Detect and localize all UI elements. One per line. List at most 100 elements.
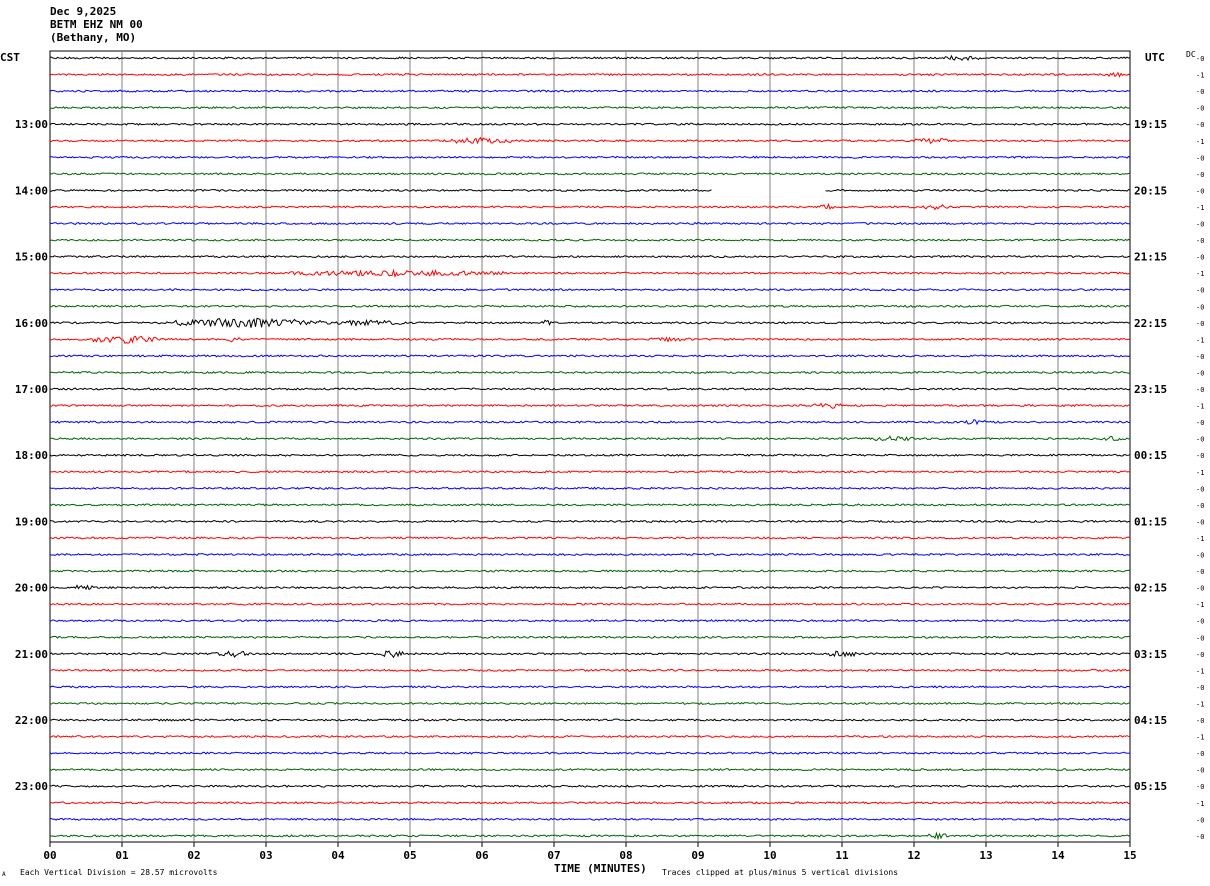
x-tick-label: 06	[475, 849, 489, 862]
dc-offset-label: -1	[1196, 800, 1204, 808]
x-tick-label: 11	[835, 849, 849, 862]
cst-hour-label: 17:00	[15, 383, 48, 396]
trace-row-18	[49, 354, 1131, 358]
dc-offset-label: -0	[1196, 452, 1204, 460]
trace-row-42	[49, 751, 1131, 755]
dc-offset-label: -0	[1196, 105, 1204, 113]
seismogram-helicorder: 00 01 02 03 04 05 06 07 08 09 10 11 12 13 14 15 -0-1-0-…	[15, 50, 1204, 862]
dc-offset-label: -0	[1196, 767, 1204, 775]
dc-offset-label: -0	[1196, 353, 1204, 361]
utc-hour-label: 22:15	[1134, 317, 1167, 330]
trace-group	[49, 54, 1131, 841]
trace-row-46	[49, 817, 1131, 821]
trace-row-32	[49, 584, 1131, 591]
dc-offset-label: -1	[1196, 204, 1204, 212]
dc-offset-label: -1	[1196, 535, 1204, 543]
dc-offset-label: -0	[1196, 303, 1204, 311]
trace-row-1	[49, 71, 1131, 78]
cst-hour-label: 19:00	[15, 515, 48, 528]
trace-row-4	[49, 122, 1131, 126]
dc-offset-label: -0	[1196, 369, 1204, 377]
trace-row-7	[49, 172, 1131, 176]
dc-offset-label: -0	[1196, 518, 1204, 526]
dc-offset-label: -0	[1196, 816, 1204, 824]
dc-offset-label: -1	[1196, 270, 1204, 278]
trace-row-37	[49, 668, 1131, 672]
dc-offset-label: -0	[1196, 833, 1204, 841]
corner-mark: A	[2, 871, 6, 878]
cst-hour-label: 23:00	[15, 780, 48, 793]
trace-row-14	[49, 288, 1131, 292]
x-tick-label: 05	[403, 849, 416, 862]
trace-row-45	[49, 801, 1131, 805]
trace-row-6	[49, 155, 1131, 159]
dc-offset-label: -1	[1196, 700, 1204, 708]
dc-offset-label: -1	[1196, 469, 1204, 477]
dc-offset-label: -0	[1196, 88, 1204, 96]
cst-hour-label: 22:00	[15, 714, 48, 727]
trace-row-30	[49, 552, 1131, 557]
x-tick-label: 12	[907, 849, 920, 862]
dc-offset-label: -0	[1196, 651, 1204, 659]
utc-hour-label: 03:15	[1134, 648, 1167, 661]
trace-row-44	[49, 784, 1131, 788]
trace-row-12	[49, 254, 1131, 259]
cst-hour-label: 21:00	[15, 648, 48, 661]
dc-offset-label: -1	[1196, 336, 1204, 344]
trace-row-9	[49, 202, 1131, 211]
trace-row-16	[49, 317, 1131, 328]
utc-hour-label: 19:15	[1134, 118, 1167, 131]
dc-offset-label: -0	[1196, 419, 1204, 427]
trace-row-39	[49, 701, 1131, 706]
trace-row-20	[49, 387, 1131, 391]
trace-row-31	[49, 569, 1131, 573]
dc-offset-label: -1	[1196, 734, 1204, 742]
cst-hour-label: 18:00	[15, 449, 48, 462]
dc-offset-label: -0	[1196, 684, 1204, 692]
trace-row-21	[49, 402, 1131, 409]
plot-frame	[49, 50, 1131, 843]
dc-offset-label: -1	[1196, 403, 1204, 411]
dc-offset-label: -0	[1196, 171, 1204, 179]
dc-offset-label: -0	[1196, 485, 1204, 493]
trace-row-23	[49, 435, 1131, 442]
x-tick-label: 15	[1123, 849, 1136, 862]
dc-offset-label: -0	[1196, 187, 1204, 195]
dc-offset-label: -0	[1196, 634, 1204, 642]
x-tick-label: 01	[115, 849, 129, 862]
dc-offset-label: -1	[1196, 667, 1204, 675]
trace-row-26	[49, 486, 1131, 490]
utc-hour-label: 05:15	[1134, 780, 1167, 793]
trace-row-40	[49, 718, 1131, 722]
trace-row-17	[49, 335, 1131, 344]
x-tick-label: 04	[331, 849, 345, 862]
trace-row-36	[49, 650, 1131, 659]
utc-hour-label: 23:15	[1134, 383, 1167, 396]
dc-offset-label: -1	[1196, 138, 1204, 146]
trace-row-25	[49, 470, 1131, 474]
dc-offset-label: -0	[1196, 618, 1204, 626]
dc-offset-label: -0	[1196, 436, 1204, 444]
left-axis-title: CST	[0, 51, 20, 64]
dc-offset-label: -0	[1196, 154, 1204, 162]
trace-row-5	[49, 136, 1131, 145]
dc-offset-label: -0	[1196, 320, 1204, 328]
dc-offset-label: -1	[1196, 601, 1204, 609]
dc-offset-label: -0	[1196, 254, 1204, 262]
dc-offset-label: -0	[1196, 121, 1204, 129]
x-axis-ticks: 00 01 02 03 04 05 06 07 08 09 10 11 12 13 14 15	[43, 842, 1137, 862]
header-station: BETM EHZ NM 00	[50, 18, 143, 31]
trace-row-38	[49, 685, 1131, 689]
dc-offset-label: -0	[1196, 386, 1204, 394]
dc-offset-label: -0	[1196, 287, 1204, 295]
trace-row-19	[49, 370, 1131, 375]
trace-row-15	[50, 304, 1131, 308]
trace-row-34	[49, 619, 1131, 623]
x-tick-label: 13	[979, 849, 992, 862]
cst-hour-label: 14:00	[15, 184, 48, 197]
dc-offset-label: -0	[1196, 568, 1204, 576]
x-tick-label: 02	[187, 849, 200, 862]
trace-row-11	[49, 238, 1131, 242]
cst-hour-label: 13:00	[15, 118, 48, 131]
dc-offset-label: -0	[1196, 502, 1204, 510]
